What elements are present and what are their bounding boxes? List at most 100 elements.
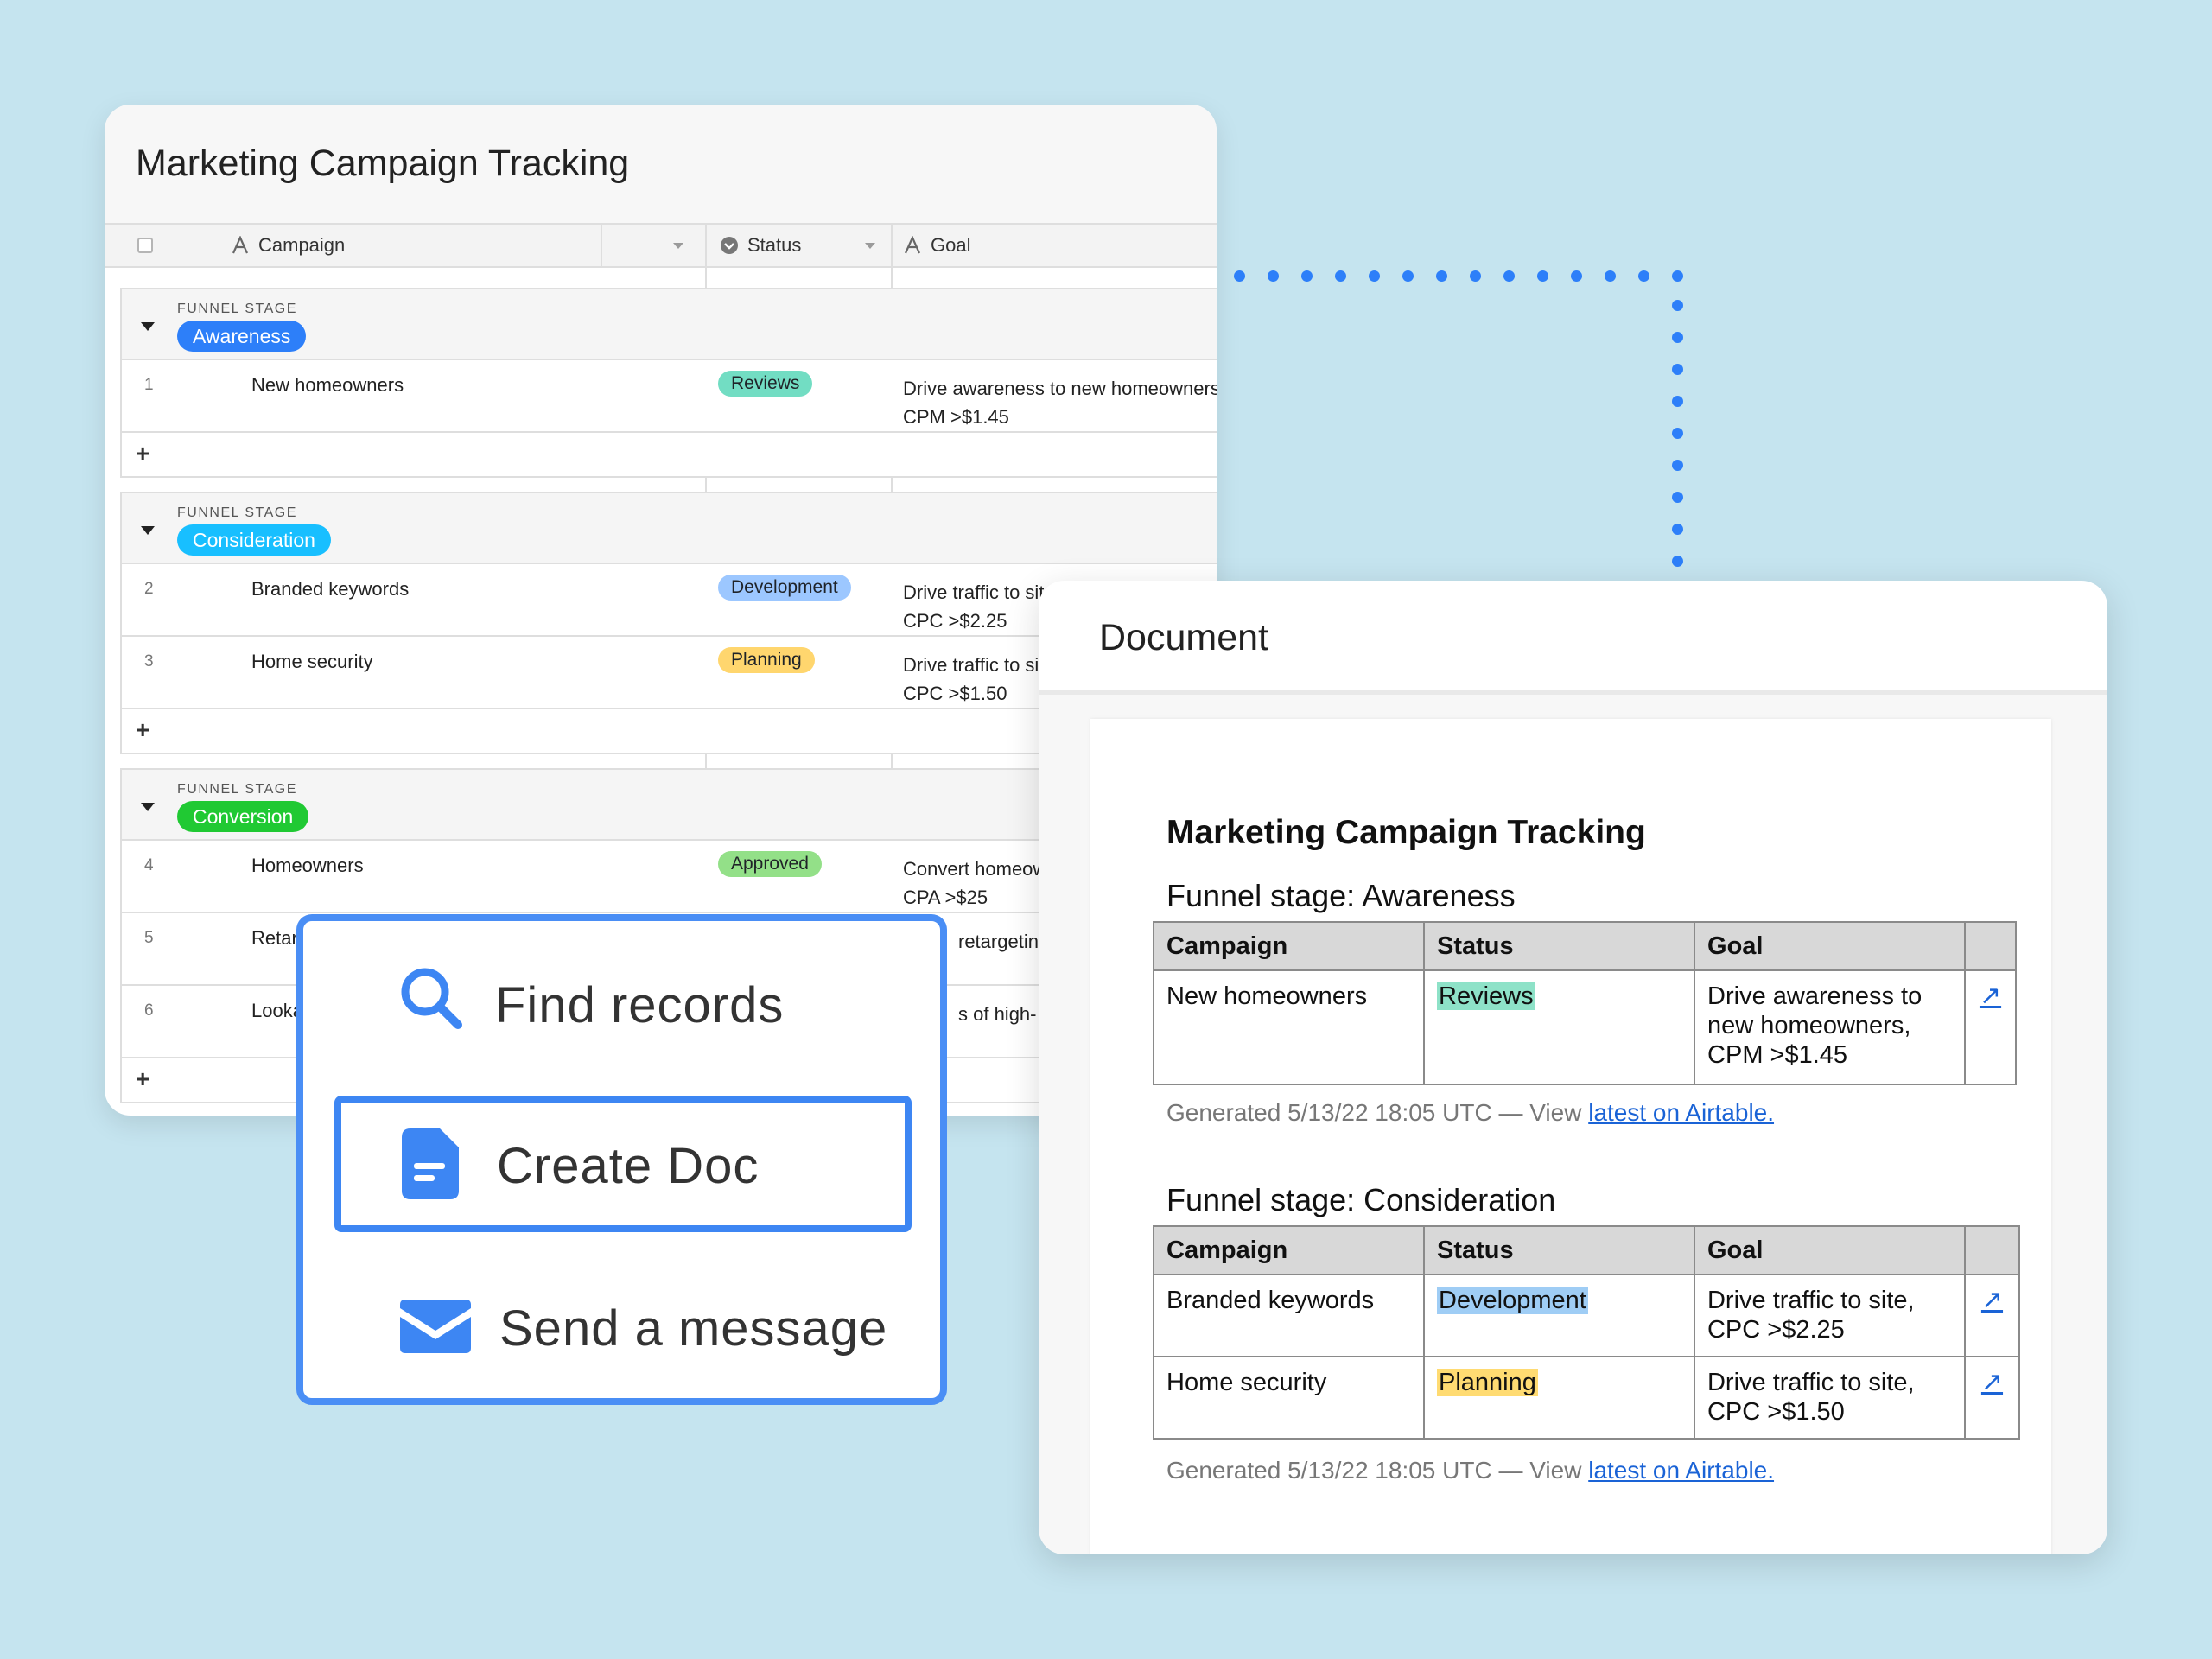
connector-dot	[1436, 270, 1447, 282]
connector-dot	[1503, 270, 1515, 282]
row-number: 4	[144, 856, 154, 874]
connector-dot	[1537, 270, 1548, 282]
airtable-link[interactable]: latest on Airtable.	[1588, 1457, 1774, 1484]
action-label: Send a message	[499, 1300, 888, 1357]
doc-table-awareness: Campaign Status Goal New homeowners Revi…	[1152, 921, 2017, 1085]
connector-dot	[1571, 270, 1582, 282]
group-pill: Conversion	[177, 801, 309, 832]
status-badge[interactable]: Reviews	[718, 371, 813, 397]
campaign-cell[interactable]: New homeowners	[251, 374, 404, 397]
doc-col-header: Status	[1422, 1225, 1695, 1275]
doc-table-consideration: Campaign Status Goal Branded keywords De…	[1153, 1225, 2021, 1440]
envelope-icon	[400, 1300, 471, 1353]
connector-dot	[1268, 270, 1279, 282]
connector-dot	[1672, 364, 1683, 375]
document-icon	[402, 1128, 459, 1199]
connector-dot	[1672, 556, 1683, 567]
doc-cell-link[interactable]: ↗	[1963, 1356, 2021, 1440]
doc-cell-campaign: Home security	[1153, 1356, 1425, 1440]
document-window: Document Marketing Campaign Tracking Fun…	[1039, 581, 2107, 1554]
goal-cell[interactable]: Drive awareness to new homeowners CPM >$1…	[903, 374, 1217, 431]
text-field-icon	[904, 236, 921, 254]
connector-dot	[1301, 270, 1313, 282]
doc-col-header: Goal	[1694, 921, 1967, 971]
column-header-label: Goal	[931, 234, 971, 256]
document-page: Marketing Campaign Tracking Funnel stage…	[1090, 719, 2051, 1554]
column-header-status[interactable]: Status	[720, 225, 889, 266]
single-select-icon	[721, 237, 738, 254]
goal-cell[interactable]: Drive traffic to site CPC >$2.25	[903, 578, 1055, 635]
doc-footer: Generated 5/13/22 18:05 UTC — View lates…	[1166, 1457, 1774, 1484]
doc-cell-goal: Drive traffic to site, CPC >$2.25	[1693, 1274, 1966, 1357]
group-header-awareness[interactable]: FUNNEL STAGE Awareness	[120, 288, 1217, 360]
action-find-records[interactable]: Find records	[303, 921, 940, 1051]
collapse-triangle-icon[interactable]	[141, 322, 155, 331]
collapse-triangle-icon[interactable]	[141, 526, 155, 535]
goal-line: Drive traffic to site	[903, 582, 1055, 603]
action-create-doc[interactable]: Create Doc	[303, 1096, 940, 1232]
footer-text: Generated 5/13/22 18:05 UTC — View	[1166, 1457, 1589, 1484]
doc-cell-campaign: Branded keywords	[1153, 1274, 1425, 1357]
sheet-title-bar: Marketing Campaign Tracking	[105, 105, 1217, 223]
connector-dot	[1672, 270, 1683, 282]
connector-dot	[1470, 270, 1481, 282]
external-link-icon[interactable]: ↗	[1981, 1368, 2003, 1396]
connector-dot	[1672, 492, 1683, 503]
action-send-message[interactable]: Send a message	[303, 1262, 940, 1391]
plus-icon[interactable]: +	[136, 440, 149, 467]
doc-cell-status: Planning	[1422, 1356, 1695, 1440]
goal-line: CPC >$1.50	[903, 683, 1007, 704]
document-window-title: Document	[1099, 617, 1268, 658]
goal-cell[interactable]: Drive traffic to site CPC >$1.50	[903, 651, 1055, 708]
actions-menu: Find records Create Doc Send a message	[296, 914, 947, 1405]
doc-cell-campaign: New homeowners	[1152, 969, 1426, 1085]
chevron-down-icon[interactable]	[865, 242, 875, 249]
group-field-label: FUNNEL STAGE	[177, 782, 297, 797]
external-link-icon[interactable]: ↗	[1980, 982, 2001, 1010]
connector-dot	[1234, 270, 1245, 282]
doc-col-header: Goal	[1693, 1225, 1966, 1275]
column-header-row: Campaign Status Goal	[105, 223, 1217, 268]
group-header-consideration[interactable]: FUNNEL STAGE Consideration	[120, 492, 1217, 564]
doc-cell-link[interactable]: ↗	[1964, 969, 2017, 1085]
airtable-link[interactable]: latest on Airtable.	[1588, 1099, 1774, 1126]
doc-col-header-empty	[1964, 921, 2017, 971]
connector-dot	[1672, 524, 1683, 535]
doc-cell-goal: Drive traffic to site, CPC >$1.50	[1693, 1356, 1966, 1440]
plus-icon[interactable]: +	[136, 1065, 149, 1093]
campaign-cell[interactable]: Home security	[251, 651, 373, 673]
group-field-label: FUNNEL STAGE	[177, 302, 297, 316]
status-badge[interactable]: Planning	[718, 647, 815, 673]
column-header-goal[interactable]: Goal	[903, 225, 970, 266]
doc-cell-link[interactable]: ↗	[1963, 1274, 2021, 1357]
status-highlight: Development	[1436, 1287, 1588, 1314]
doc-footer: Generated 5/13/22 18:05 UTC — View lates…	[1166, 1099, 1774, 1127]
action-label: Find records	[495, 977, 785, 1033]
campaign-cell[interactable]: Branded keywords	[251, 578, 409, 601]
status-badge[interactable]: Approved	[718, 851, 822, 877]
campaign-cell[interactable]: Homeowners	[251, 855, 364, 877]
connector-dot	[1672, 332, 1683, 343]
text-field-icon	[232, 236, 249, 254]
connector-dot	[1335, 270, 1346, 282]
search-icon	[401, 968, 462, 1029]
goal-cell[interactable]: retargeting	[958, 927, 1049, 956]
group-pill: Awareness	[177, 321, 307, 352]
add-record-row[interactable]: +	[120, 433, 1217, 478]
select-all-checkbox[interactable]	[137, 225, 153, 266]
row-number: 3	[144, 652, 154, 671]
connector-dot	[1638, 270, 1649, 282]
connector-dot	[1369, 270, 1380, 282]
footer-text: Generated 5/13/22 18:05 UTC — View	[1166, 1099, 1589, 1126]
status-badge[interactable]: Development	[718, 575, 851, 601]
table-row[interactable]: 1 New homeowners Reviews Drive awareness…	[120, 360, 1217, 433]
collapse-triangle-icon[interactable]	[141, 803, 155, 811]
connector-dot	[1672, 300, 1683, 311]
plus-icon[interactable]: +	[136, 716, 149, 744]
external-link-icon[interactable]: ↗	[1981, 1286, 2003, 1314]
goal-line: CPA >$25	[903, 887, 988, 908]
column-header-label: Status	[747, 234, 802, 256]
action-label: Create Doc	[497, 1138, 760, 1194]
goal-cell[interactable]: s of high-	[958, 1000, 1037, 1028]
group-field-label: FUNNEL STAGE	[177, 505, 297, 520]
